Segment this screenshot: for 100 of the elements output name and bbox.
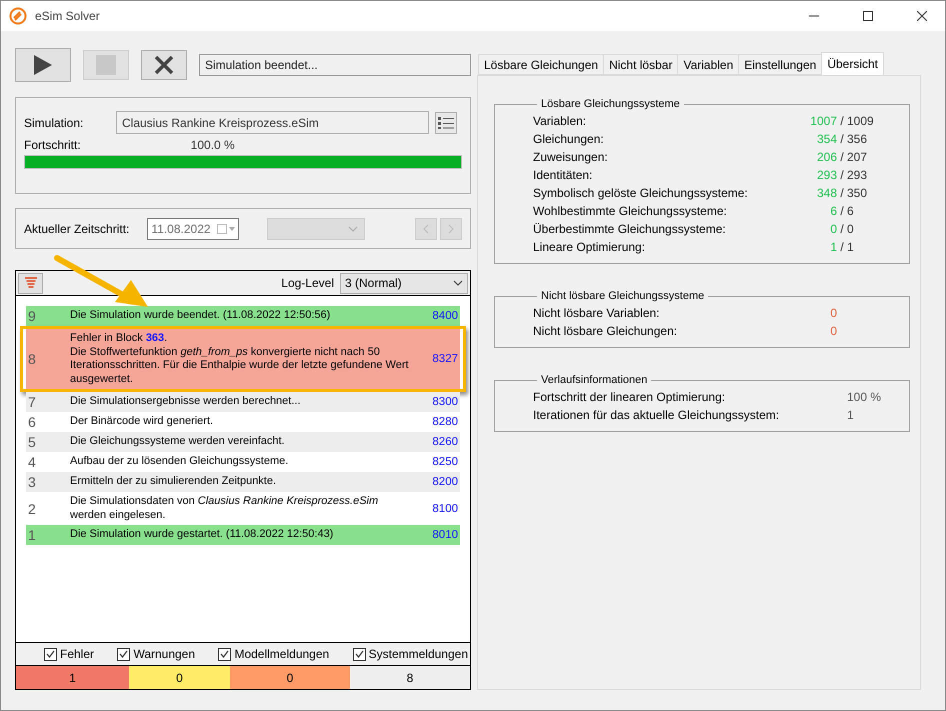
close-icon[interactable] xyxy=(917,11,927,21)
calendar-icon xyxy=(217,224,236,234)
log-level-dropdown[interactable]: 3 (Normal) xyxy=(340,272,468,294)
chevron-icon xyxy=(453,280,463,286)
stat-label: Gleichungen: xyxy=(533,132,605,146)
simulation-label: Simulation: xyxy=(24,116,84,130)
total-count: 207 xyxy=(847,150,868,164)
message-code: 8400 xyxy=(431,310,459,322)
row-number: 5 xyxy=(27,434,37,450)
row-number: 4 xyxy=(27,454,37,470)
timestep-label: Aktueller Zeitschritt: xyxy=(24,222,130,236)
clear-log-button[interactable] xyxy=(18,272,43,294)
solved-count: 0 xyxy=(829,222,837,236)
filter-checkbox[interactable]: Warnungen xyxy=(117,647,196,661)
log-message: Die Stoffwertefunktion geth_from_ps konvergierte nicht nach 50 Iterationsschritten. Für die Enthalpie wurde der letzte gefundene Wert ausgewertet. xyxy=(70,346,410,386)
group-title: Verlaufsinformationen xyxy=(540,374,648,386)
row-number: 1 xyxy=(27,527,37,543)
tab[interactable]: Übersicht xyxy=(821,52,884,75)
cancel-button[interactable] xyxy=(141,50,187,80)
message-code: 8300 xyxy=(431,396,459,408)
row-number: 3 xyxy=(27,474,37,490)
stat-label: Variablen: xyxy=(533,114,588,128)
total-count: 293 xyxy=(847,168,868,182)
total-count: 350 xyxy=(847,186,868,200)
stat-label: Überbestimmte Gleichungssysteme: xyxy=(533,222,727,236)
filter-checkbox[interactable]: Fehler xyxy=(44,647,94,661)
log-message: Die Gleichungssysteme werden vereinfacht. xyxy=(70,435,286,449)
progress-label: Fortschritt: xyxy=(24,138,81,152)
total-count: 6 xyxy=(847,204,855,218)
count-cell: 0 xyxy=(230,666,350,689)
stacked-lines-icon xyxy=(24,276,38,290)
app-logo-icon xyxy=(9,7,27,25)
count-cell: 1 xyxy=(16,666,129,689)
solved-count: 354 xyxy=(816,132,837,146)
group-title: Nicht lösbare Gleichungssysteme xyxy=(540,290,706,302)
play-icon xyxy=(33,54,53,76)
message-code: 8010 xyxy=(431,529,459,541)
log-message: Die Simulationsergebnisse werden berechnet... xyxy=(70,395,302,409)
stop-icon xyxy=(96,55,116,75)
window-title: eSim Solver xyxy=(35,9,101,23)
progress-text: 100.0 % xyxy=(190,138,235,152)
date-field[interactable]: 11.08.2022 xyxy=(147,218,240,240)
separator: / xyxy=(839,168,845,182)
row-number: 6 xyxy=(27,414,37,430)
filter-checkbox[interactable]: Modellmeldungen xyxy=(218,647,330,661)
separator: / xyxy=(839,114,845,128)
stat-label: Symbolisch gelöste Gleichungssysteme: xyxy=(533,186,749,200)
chevron-icon xyxy=(348,226,358,232)
chevron-right-icon xyxy=(448,224,454,234)
stat-value: 0 xyxy=(829,306,837,320)
stat-value: 0 xyxy=(829,324,837,338)
log-message: Die Simulationsdaten von Clausius Rankine Kreisprozess.eSim werden eingelesen. xyxy=(70,495,380,522)
message-code: 8250 xyxy=(431,456,459,468)
check-icon xyxy=(220,650,230,658)
maximize-icon[interactable] xyxy=(863,11,873,21)
log-message: Die Simulation wurde beendet. (11.08.2022 12:50:56) xyxy=(70,309,332,323)
solved-count: 206 xyxy=(816,150,837,164)
stat-label: Lineare Optimierung: xyxy=(533,240,646,254)
row-number: 8 xyxy=(27,351,37,367)
stat-label: Identitäten: xyxy=(533,168,594,182)
close-icon xyxy=(154,55,174,75)
tab[interactable]: Nicht lösbar xyxy=(603,54,678,75)
log-message: Der Binärcode wird generiert. xyxy=(70,415,214,429)
filter-checkbox[interactable]: Systemmeldungen xyxy=(352,647,468,661)
list-button[interactable] xyxy=(435,112,457,134)
stat-value: 1 xyxy=(847,408,855,422)
tab[interactable]: Lösbare Gleichungen xyxy=(478,54,604,75)
count-cell: 8 xyxy=(350,666,470,689)
count-cell: 0 xyxy=(129,666,230,689)
stat-label: Wohlbestimmte Gleichungssysteme: xyxy=(533,204,728,218)
play-button[interactable] xyxy=(15,48,71,82)
message-code: 8280 xyxy=(431,416,459,428)
stat-label: Nicht lösbare Variablen: xyxy=(533,306,661,320)
stat-label: Nicht lösbare Gleichungen: xyxy=(533,324,678,338)
log-message: Aufbau der zu lösenden Gleichungssysteme. xyxy=(70,455,290,469)
tab[interactable]: Einstellungen xyxy=(738,54,822,75)
stat-label: Iterationen für das aktuelle Gleichungssystem: xyxy=(533,408,780,422)
total-count: 1 xyxy=(847,240,855,254)
tab[interactable]: Variablen xyxy=(677,54,740,75)
total-count: 1009 xyxy=(847,114,875,128)
total-count: 0 xyxy=(847,222,855,236)
message-code: 8200 xyxy=(431,476,459,488)
solved-count: 1007 xyxy=(809,114,837,128)
log-message: Die Simulation wurde gestartet. (11.08.2022 12:50:43) xyxy=(70,528,334,542)
row-number: 2 xyxy=(27,500,37,516)
separator: / xyxy=(839,150,845,164)
log-message: Fehler in Block 363. xyxy=(70,332,168,346)
solved-count: 293 xyxy=(816,168,837,182)
check-icon xyxy=(354,650,364,658)
solved-count: 1 xyxy=(829,240,837,254)
message-code: 8260 xyxy=(431,436,459,448)
message-code: 8100 xyxy=(431,502,459,514)
row-number: 9 xyxy=(27,308,37,324)
list-icon xyxy=(438,116,454,130)
message-code: 8327 xyxy=(431,353,459,365)
separator: / xyxy=(839,186,845,200)
stat-value: 100 % xyxy=(847,390,882,404)
check-icon xyxy=(119,650,128,658)
stat-label: Fortschritt der linearen Optimierung: xyxy=(533,390,726,404)
solved-count: 6 xyxy=(829,204,837,218)
